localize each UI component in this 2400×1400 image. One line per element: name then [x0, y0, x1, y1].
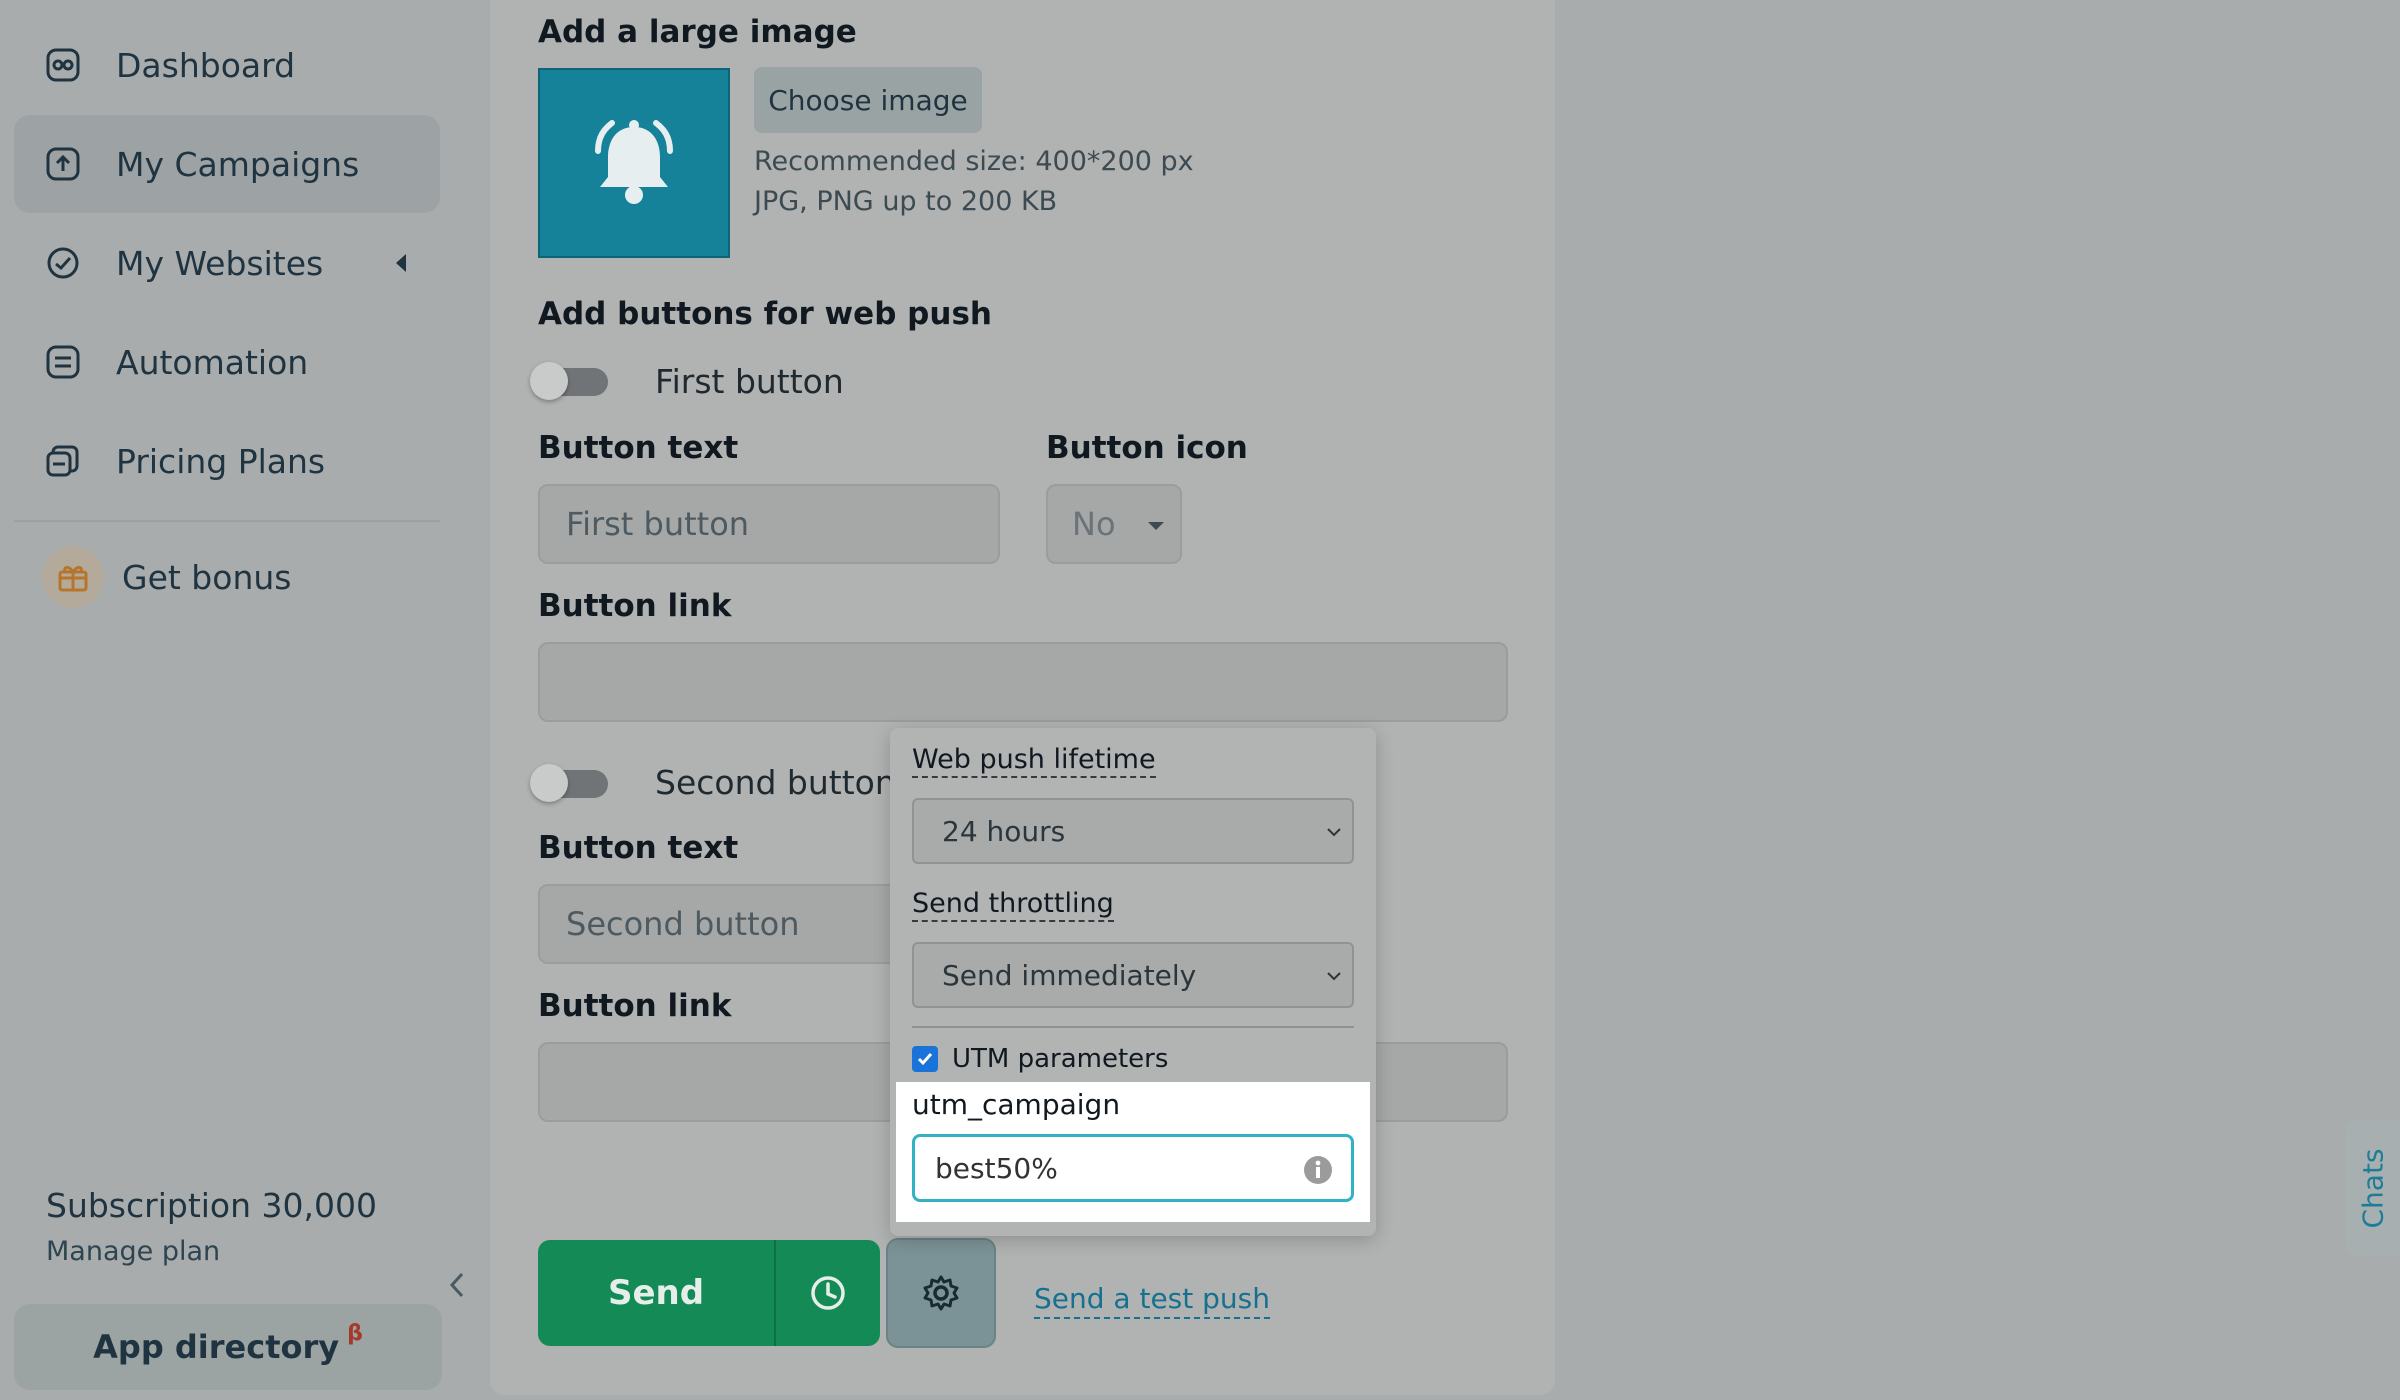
send-test-push-link[interactable]: Send a test push [1034, 1282, 1271, 1319]
button-icon-value: No [1072, 505, 1116, 543]
utm-parameters-row[interactable]: UTM parameters [912, 1044, 1168, 1074]
lifetime-value: 24 hours [942, 814, 1066, 848]
chevron-left-icon [449, 1272, 464, 1298]
button-icon-select[interactable]: No [1046, 484, 1182, 564]
sidebar-item-my-campaigns[interactable]: My Campaigns [14, 115, 440, 213]
send-button[interactable]: Send [538, 1240, 776, 1346]
pricing-icon [40, 438, 86, 484]
sidebar-item-label: Automation [116, 342, 309, 382]
sidebar-item-dashboard[interactable]: Dashboard [14, 16, 440, 114]
gear-icon [923, 1275, 959, 1311]
gift-icon [42, 546, 104, 608]
throttling-value: Send immediately [942, 958, 1197, 992]
utm-campaign-label: utm_campaign [912, 1088, 1121, 1121]
app-directory-button[interactable]: App directory β [14, 1304, 442, 1390]
dashboard-icon [40, 42, 86, 88]
info-icon[interactable] [1303, 1155, 1333, 1185]
sidebar-item-label: Dashboard [116, 45, 296, 85]
schedule-button[interactable] [776, 1240, 880, 1346]
sidebar-divider [14, 520, 440, 522]
sidebar-item-pricing-plans[interactable]: Pricing Plans [14, 412, 440, 510]
automation-icon [40, 339, 86, 385]
popup-divider [912, 1026, 1354, 1028]
chats-tab[interactable]: Chats [2346, 1120, 2400, 1256]
utm-parameters-label: UTM parameters [952, 1044, 1169, 1074]
websites-icon [40, 240, 86, 286]
file-format-hint: JPG, PNG up to 200 KB [754, 186, 1058, 217]
sidebar: Dashboard My Campaigns My Websites Autom… [0, 0, 470, 1400]
manage-plan-link[interactable]: Manage plan [46, 1236, 220, 1267]
settings-button[interactable] [886, 1238, 996, 1348]
sidebar-item-label: My Campaigns [116, 144, 360, 184]
check-icon [917, 1053, 933, 1066]
second-button-text-label: Button text [538, 830, 739, 866]
lifetime-select[interactable]: 24 hours [912, 798, 1354, 864]
throttling-label[interactable]: Send throttling [912, 888, 1114, 922]
beta-badge: β [347, 1320, 363, 1346]
button-text-label: Button text [538, 430, 739, 466]
chevron-down-icon [1327, 828, 1341, 837]
bell-icon [595, 120, 673, 204]
campaigns-icon [40, 141, 86, 187]
large-image-title: Add a large image [538, 14, 857, 50]
lifetime-label[interactable]: Web push lifetime [912, 744, 1156, 778]
caret-down-icon [1148, 522, 1164, 530]
app-directory-label: App directory [93, 1328, 340, 1366]
sidebar-item-my-websites[interactable]: My Websites [14, 214, 440, 312]
send-button-group: Send [538, 1240, 880, 1346]
chats-tab-label: Chats [2356, 1147, 2390, 1229]
utm-campaign-section: utm_campaign best50% [896, 1082, 1370, 1222]
clock-icon [811, 1276, 845, 1310]
recommended-size-hint: Recommended size: 400*200 px [754, 146, 1194, 177]
second-button-toggle[interactable] [530, 764, 608, 802]
sidebar-item-label: My Websites [116, 243, 324, 283]
second-button-toggle-label: Second button [655, 763, 896, 802]
sidebar-item-automation[interactable]: Automation [14, 313, 440, 411]
throttling-select[interactable]: Send immediately [912, 942, 1354, 1008]
utm-campaign-input[interactable]: best50% [912, 1134, 1354, 1202]
sidebar-item-get-bonus[interactable]: Get bonus [14, 528, 440, 626]
second-button-link-label: Button link [538, 988, 732, 1024]
subscription-label: Subscription 30,000 [46, 1186, 377, 1225]
buttons-title: Add buttons for web push [538, 296, 992, 332]
sidebar-item-label: Get bonus [122, 557, 292, 597]
utm-campaign-value: best50% [935, 1151, 1058, 1185]
utm-checkbox[interactable] [912, 1046, 938, 1072]
large-image-preview[interactable] [538, 68, 730, 258]
first-button-link-input[interactable] [538, 642, 1508, 722]
first-button-toggle[interactable] [530, 362, 608, 400]
choose-image-button[interactable]: Choose image [754, 67, 982, 133]
send-settings-popup: Web push lifetime 24 hours Send throttli… [890, 728, 1376, 1236]
collapse-sidebar-button[interactable] [443, 1268, 471, 1302]
button-link-label: Button link [538, 588, 732, 624]
chevron-down-icon [1327, 972, 1341, 981]
first-button-toggle-label: First button [655, 362, 844, 401]
button-icon-label: Button icon [1046, 430, 1248, 466]
first-button-text-input[interactable]: First button [538, 484, 1000, 564]
sidebar-item-label: Pricing Plans [116, 441, 326, 481]
caret-left-icon[interactable] [396, 254, 406, 272]
